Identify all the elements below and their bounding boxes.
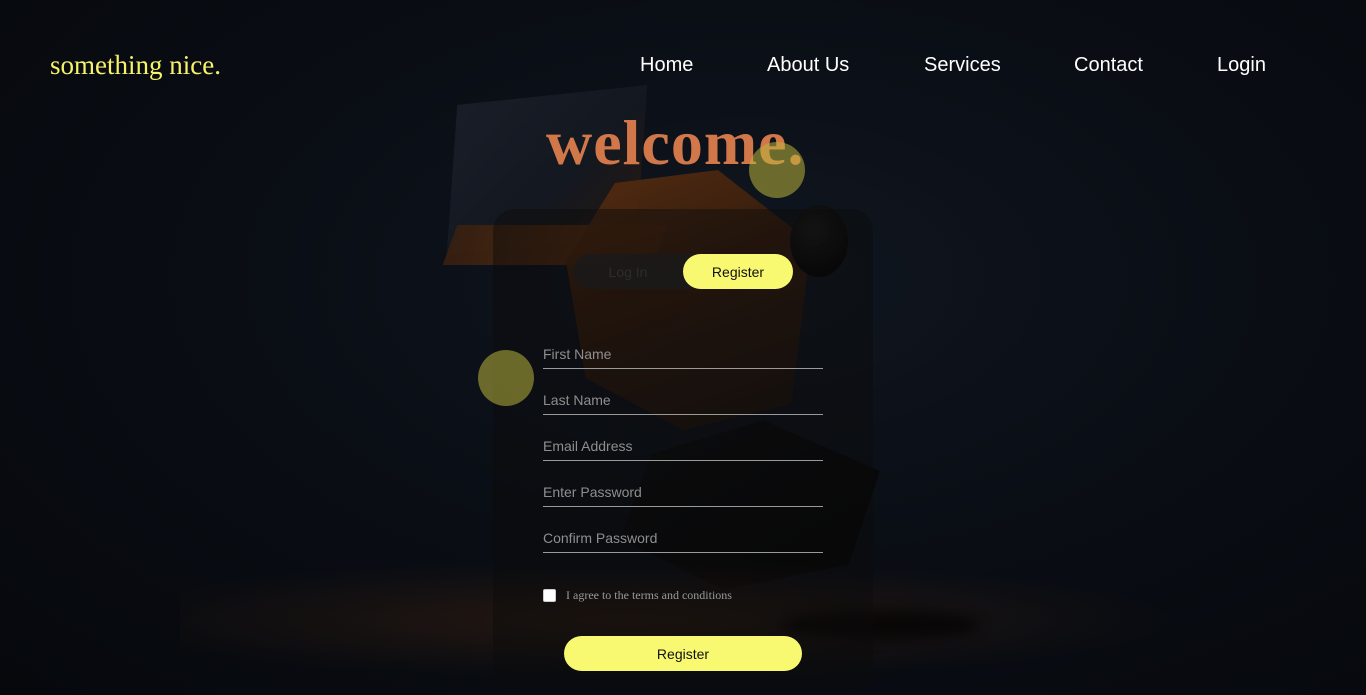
email-input[interactable] (543, 431, 823, 461)
last-name-input[interactable] (543, 385, 823, 415)
nav-link-home[interactable]: Home (640, 54, 693, 77)
decorative-blob-top (749, 142, 805, 198)
tab-log-in[interactable]: Log In (573, 254, 683, 289)
register-submit-button[interactable]: Register (564, 636, 802, 671)
tab-register[interactable]: Register (683, 254, 793, 289)
brand-logo-text[interactable]: something nice. (50, 50, 221, 81)
nav-link-about-us[interactable]: About Us (767, 54, 849, 77)
nav-link-login[interactable]: Login (1217, 54, 1266, 77)
password-input[interactable] (543, 477, 823, 507)
nav-link-contact[interactable]: Contact (1074, 54, 1143, 77)
terms-checkbox[interactable] (543, 589, 556, 602)
first-name-input[interactable] (543, 339, 823, 369)
decorative-blob-left (478, 350, 534, 406)
confirm-password-input[interactable] (543, 523, 823, 553)
terms-label: I agree to the terms and conditions (566, 588, 732, 602)
nav-link-services[interactable]: Services (924, 54, 1001, 77)
